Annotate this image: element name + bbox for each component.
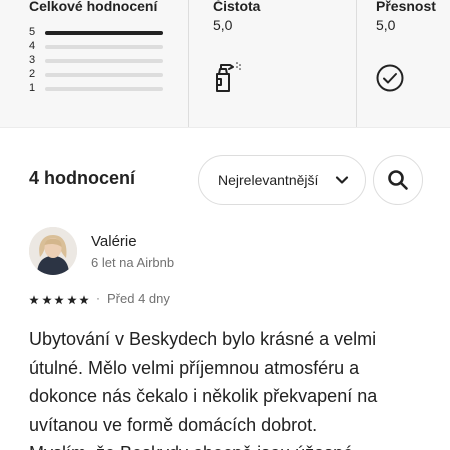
review-date: Před 4 dny [107, 291, 170, 306]
overall-rating-title: Celkové hodnocení [29, 0, 158, 14]
star-icon [79, 292, 89, 310]
star-icon [41, 292, 52, 310]
review-count-heading: 4 hodnocení [29, 168, 136, 188]
rating-summary: Celkové hodnocení 5 4 3 2 1 Čistota 5,0 … [0, 0, 450, 128]
star-icon [54, 292, 64, 310]
spray-bottle-icon [212, 60, 244, 99]
review-text: Ubytování v Beskydech bylo krásné a velm… [29, 325, 429, 450]
rating-bar-2: 2 [29, 68, 169, 80]
star-icon [66, 292, 77, 310]
search-reviews-button[interactable] [373, 155, 423, 205]
meta-separator: · [96, 291, 100, 305]
rating-bar-3: 3 [29, 54, 169, 66]
summary-divider [0, 127, 450, 128]
review-text-line: dokonce nás čekalo i několik překvapení … [29, 386, 378, 406]
column-divider [356, 0, 357, 128]
review-text-line: uvítanou ve formě domácích dobrot. [29, 414, 318, 435]
rating-bar-track [45, 45, 163, 49]
star-icon [29, 292, 39, 310]
rating-bar-track [45, 87, 163, 91]
cleanliness-title: Čistota [213, 0, 261, 14]
rating-bar-label: 5 [29, 26, 36, 38]
cleanliness-score: 5,0 [213, 17, 233, 33]
sort-dropdown-label: Nejrelevantnější [218, 172, 319, 188]
rating-bar-label: 4 [29, 40, 36, 52]
rating-bar-4: 4 [29, 40, 169, 52]
column-divider [188, 0, 189, 128]
accuracy-title: Přesnost [376, 0, 436, 14]
reviewer-avatar[interactable] [29, 227, 77, 275]
search-icon [387, 169, 409, 196]
rating-bar-1: 1 [29, 82, 169, 94]
reviewer-name: Valérie [91, 233, 137, 250]
check-circle-icon [376, 64, 404, 97]
rating-bar-fill [45, 31, 163, 35]
rating-bar-5: 5 [29, 26, 169, 38]
rating-bar-label: 1 [29, 82, 36, 94]
sort-dropdown-button[interactable]: Nejrelevantnější [198, 155, 366, 205]
rating-bar-track [45, 59, 163, 63]
review-text-line: Myslím, že Beskydy obecně jsou úžasné [29, 439, 429, 450]
review-text-line: útulné. Mělo velmi příjemnou atmosféru a [29, 357, 360, 378]
chevron-down-icon [335, 173, 349, 192]
rating-bar-track [45, 73, 163, 77]
reviewer-membership: 6 let na Airbnb [91, 255, 175, 270]
review-text-line: Ubytování v Beskydech bylo krásné a velm… [29, 329, 377, 349]
rating-bar-label: 3 [29, 54, 36, 66]
rating-bar-track [45, 31, 163, 35]
accuracy-score: 5,0 [376, 17, 396, 33]
rating-bar-label: 2 [29, 68, 36, 80]
